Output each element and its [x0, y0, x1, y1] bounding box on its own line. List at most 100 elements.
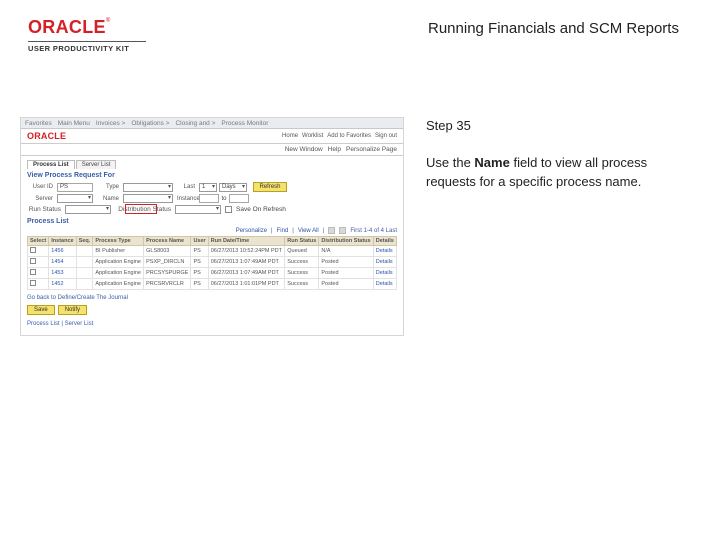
cell-run-status: Success	[285, 268, 319, 279]
row-checkbox[interactable]	[30, 280, 36, 286]
nav-worklist[interactable]: Worklist	[302, 133, 323, 139]
tab-process-list[interactable]: Process List	[27, 160, 75, 169]
server-select[interactable]	[57, 194, 93, 203]
grid-icon[interactable]	[328, 227, 335, 234]
pager-range: First 1-4 of 4 Last	[350, 228, 397, 234]
crumb[interactable]: Invoices >	[96, 120, 125, 127]
section-view-request: View Process Request For	[27, 172, 397, 179]
save-on-refresh-checkbox[interactable]	[225, 206, 232, 213]
cell-dist-status: Posted	[319, 257, 373, 268]
link-new-window[interactable]: New Window	[285, 146, 323, 153]
label-user-id: User ID	[27, 184, 53, 190]
col-run-date: Run Date/Time	[208, 237, 285, 246]
instance-to-input[interactable]	[229, 194, 249, 203]
cell-instance[interactable]: 1454	[49, 257, 76, 268]
cell-user: PS	[191, 257, 208, 268]
cell-dist-status: N/A	[319, 246, 373, 257]
cell-name: GLS8003	[144, 246, 191, 257]
cell-user: PS	[191, 268, 208, 279]
row-checkbox[interactable]	[30, 269, 36, 275]
page-title: Running Financials and SCM Reports	[168, 18, 692, 37]
cell-dist-status: Posted	[319, 268, 373, 279]
oracle-upk-logo: ORACLE® USER PRODUCTIVITY KIT	[28, 18, 168, 53]
cell-user: PS	[191, 279, 208, 290]
crumb[interactable]: Process Monitor	[221, 120, 268, 127]
label-save-on-refresh: Save On Refresh	[236, 206, 286, 213]
crumb[interactable]: Favorites	[25, 120, 52, 127]
col-select: Select	[28, 237, 49, 246]
col-process-name: Process Name	[144, 237, 191, 246]
app-screenshot: Favorites Main Menu Invoices > Obligatio…	[20, 117, 404, 336]
step-label: Step 35	[426, 117, 692, 136]
cell-details[interactable]: Details	[373, 246, 396, 257]
name-field-highlight	[125, 204, 157, 214]
logo-divider	[28, 41, 146, 42]
crumb[interactable]: Closing and >	[175, 120, 215, 127]
col-dist-status: Distribution Status	[319, 237, 373, 246]
notify-button[interactable]: Notify	[58, 305, 87, 315]
link-view-all[interactable]: View All	[298, 228, 319, 234]
col-instance: Instance	[49, 237, 76, 246]
name-input[interactable]	[123, 194, 173, 203]
cell-name: PRCSYSPURGE	[144, 268, 191, 279]
label-last: Last	[177, 184, 195, 190]
last-count-select[interactable]: 1	[199, 183, 217, 192]
cell-seq	[76, 279, 93, 290]
cell-details[interactable]: Details	[373, 268, 396, 279]
type-select[interactable]	[123, 183, 173, 192]
cell-run-status: Queued	[285, 246, 319, 257]
link-help[interactable]: Help	[328, 146, 341, 153]
dist-status-select[interactable]	[175, 205, 221, 214]
nav-signout[interactable]: Sign out	[375, 133, 397, 139]
logo-wordmark: ORACLE	[28, 17, 106, 37]
link-personalize[interactable]: Personalize Page	[346, 146, 397, 153]
col-seq: Seq.	[76, 237, 93, 246]
instance-from-input[interactable]	[199, 194, 219, 203]
label-to: to	[221, 196, 226, 202]
last-unit-select[interactable]: Days	[219, 183, 247, 192]
save-button[interactable]: Save	[27, 305, 55, 315]
cell-run-status: Success	[285, 257, 319, 268]
cell-type: BI Publisher	[93, 246, 144, 257]
section-process-list: Process List	[27, 218, 397, 225]
label-name: Name	[97, 196, 119, 202]
link-personalize[interactable]: Personalize	[236, 228, 267, 234]
footer-tabs-links[interactable]: Process List | Server List	[27, 321, 397, 327]
cell-instance[interactable]: 1456	[49, 246, 76, 257]
cell-seq	[76, 246, 93, 257]
cell-name: PRCSRVRCLR	[144, 279, 191, 290]
nav-add-fav[interactable]: Add to Favorites	[327, 133, 371, 139]
crumb[interactable]: Main Menu	[58, 120, 90, 127]
download-icon[interactable]	[339, 227, 346, 234]
cell-type: Application Engine	[93, 279, 144, 290]
cell-instance[interactable]: 1453	[49, 268, 76, 279]
row-checkbox[interactable]	[30, 258, 36, 264]
cell-instance[interactable]: 1452	[49, 279, 76, 290]
cell-seq	[76, 268, 93, 279]
table-row: 1452 Application EnginePRCSRVRCLRPS06/27/…	[28, 279, 397, 290]
refresh-button[interactable]: Refresh	[253, 182, 287, 192]
col-run-status: Run Status	[285, 237, 319, 246]
user-id-input[interactable]: PS	[57, 183, 93, 192]
nav-home[interactable]: Home	[282, 133, 298, 139]
cell-details[interactable]: Details	[373, 257, 396, 268]
table-header-row: Select Instance Seq. Process Type Proces…	[28, 237, 397, 246]
table-row: 1456BI PublisherGLS8003PS06/27/2013 10:5…	[28, 246, 397, 257]
registered-mark: ®	[106, 18, 110, 24]
logo-subtitle: USER PRODUCTIVITY KIT	[28, 44, 168, 53]
instruction-text: Use the Name field to view all process r…	[426, 154, 692, 192]
tab-server-list[interactable]: Server List	[76, 160, 117, 169]
link-go-back[interactable]: Go back to Define/Create The Journal	[27, 295, 397, 301]
process-table: Select Instance Seq. Process Type Proces…	[27, 236, 397, 290]
link-find[interactable]: Find	[277, 228, 289, 234]
row-checkbox[interactable]	[30, 247, 36, 253]
run-status-select[interactable]	[65, 205, 111, 214]
cell-details[interactable]: Details	[373, 279, 396, 290]
cell-run-status: Success	[285, 279, 319, 290]
col-process-type: Process Type	[93, 237, 144, 246]
cell-type: Application Engine	[93, 257, 144, 268]
cell-date: 06/27/2013 1:01:01PM PDT	[208, 279, 285, 290]
crumb[interactable]: Obligations >	[131, 120, 169, 127]
breadcrumb-bar: Favorites Main Menu Invoices > Obligatio…	[21, 118, 403, 129]
table-row: 1454Application EnginePSXP_DIRCLNPS06/27…	[28, 257, 397, 268]
